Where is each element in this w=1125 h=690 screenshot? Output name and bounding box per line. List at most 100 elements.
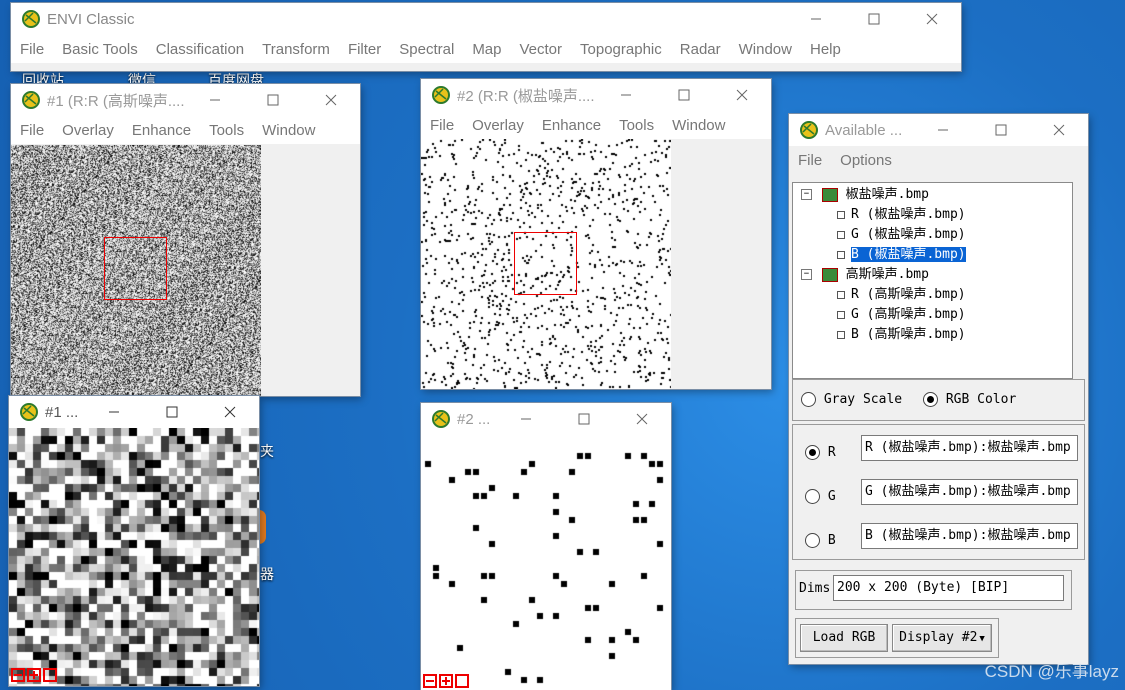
envi_main-menu-item[interactable]: File [11,41,53,58]
win2-menu-item[interactable]: Window [663,117,734,134]
radio-icon [805,533,820,548]
radio-icon [805,489,820,504]
envi_main-menu-item[interactable]: Transform [253,41,339,58]
display1-titlebar[interactable]: #1 (R:R (高斯噪声.... [11,84,360,116]
zoom2-image[interactable] [421,435,671,690]
envi_main-menu-item[interactable]: Topographic [571,41,671,58]
minimize-button[interactable] [914,114,972,146]
zoom2-titlebar[interactable]: #2 ... [421,403,671,435]
display1-image[interactable] [11,145,261,396]
minimize-button[interactable] [497,403,555,435]
envi_main-menu-item[interactable]: Filter [339,41,390,58]
minimize-button[interactable] [787,3,845,35]
desktop-icon-app[interactable]: 器 [260,564,274,584]
zoom-box[interactable] [104,237,167,300]
display2-menubar: File Overlay Enhance Tools Window [421,111,771,139]
rgb-color-radio[interactable]: RGB Color [923,392,1016,407]
envi_main-menu-item[interactable]: Radar [671,41,730,58]
available-bands-titlebar[interactable]: Available ... [789,114,1088,146]
win2-menu-item[interactable]: File [421,117,463,134]
minimize-button[interactable] [186,84,244,116]
zoom1-image[interactable] [9,428,259,686]
envi_main-menu-item[interactable]: Help [801,41,850,58]
envi_main-menu-item[interactable]: Vector [511,41,572,58]
close-button[interactable] [302,84,360,116]
channel-r-label: R [827,445,836,460]
minimize-icon [621,94,631,96]
band-label: G (高斯噪声.bmp) [851,307,966,322]
win2-menu-item[interactable]: Enhance [533,117,610,134]
channel-g-field[interactable]: G (椒盐噪声.bmp):椒盐噪声.bmp [861,479,1078,505]
zoom-out-icon[interactable] [11,668,25,682]
envi-logo-icon [800,121,818,139]
maximize-button[interactable] [244,84,302,116]
win1-menu-item[interactable]: Window [253,122,324,139]
maximize-button[interactable] [972,114,1030,146]
win1-menu-item[interactable]: Tools [200,122,253,139]
gray-scale-label: Gray Scale [823,392,903,407]
win2-menu-item[interactable]: Tools [610,117,663,134]
tree-band-item[interactable]: R (高斯噪声.bmp) [837,285,966,305]
envi_main-menu-item[interactable]: Classification [147,41,253,58]
zoom-in-icon[interactable] [439,674,453,688]
band-icon [837,230,845,239]
close-icon [736,89,748,101]
tree-band-item[interactable]: G (高斯噪声.bmp) [837,305,966,325]
tree-band-item[interactable]: G (椒盐噪声.bmp) [837,225,966,245]
desktop-icon-folder[interactable]: 夹 [260,441,274,461]
gray-scale-radio[interactable]: Gray Scale [801,392,902,407]
load-rgb-button[interactable]: Load RGB [800,624,888,652]
tree-band-item-selected[interactable]: B (椒盐噪声.bmp) [837,245,967,265]
avail-menu-item[interactable]: File [789,152,831,169]
tree-file-node[interactable]: − 高斯噪声.bmp [801,265,929,285]
maximize-button[interactable] [143,396,201,428]
maximize-button[interactable] [845,3,903,35]
envi_main-menu-item[interactable]: Basic Tools [53,41,147,58]
zoom-box[interactable] [514,232,577,295]
zoom-in-icon[interactable] [27,668,41,682]
envi_main-menu-item[interactable]: Spectral [390,41,463,58]
zoom-reset-icon[interactable] [43,668,57,682]
close-button[interactable] [1030,114,1088,146]
tree-band-item[interactable]: B (高斯噪声.bmp) [837,325,966,345]
minimize-button[interactable] [597,79,655,111]
channel-b-radio[interactable]: B [805,533,836,548]
band-tree[interactable]: − 椒盐噪声.bmp R (椒盐噪声.bmp) G (椒盐噪声.bmp) B (… [792,182,1073,379]
channel-r-radio[interactable]: R [805,445,836,460]
tree-file-node[interactable]: − 椒盐噪声.bmp [801,185,929,205]
win1-menu-item[interactable]: File [11,122,53,139]
close-button[interactable] [713,79,771,111]
display2-titlebar[interactable]: #2 (R:R (椒盐噪声.... [421,79,771,111]
channel-r-field[interactable]: R (椒盐噪声.bmp):椒盐噪声.bmp [861,435,1078,461]
zoom-reset-icon[interactable] [455,674,469,688]
zoom1-titlebar[interactable]: #1 ... [9,396,259,428]
close-button[interactable] [613,403,671,435]
envi-main-titlebar[interactable]: ENVI Classic [11,3,961,35]
envi_main-menu-item[interactable]: Map [463,41,510,58]
close-button[interactable] [903,3,961,35]
avail-menu-item[interactable]: Options [831,152,901,169]
display2-title: #2 (R:R (椒盐噪声.... [457,87,595,105]
win2-menu-item[interactable]: Overlay [463,117,533,134]
display2-image[interactable] [421,139,671,389]
collapse-icon[interactable]: − [801,189,812,200]
maximize-button[interactable] [555,403,613,435]
envi-main-menubar: File Basic Tools Classification Transform Fi… [11,35,961,63]
maximize-button[interactable] [655,79,713,111]
channel-b-field[interactable]: B (椒盐噪声.bmp):椒盐噪声.bmp [861,523,1078,549]
tree-band-item[interactable]: R (椒盐噪声.bmp) [837,205,966,225]
file-name: 高斯噪声.bmp [845,267,929,282]
win1-menu-item[interactable]: Overlay [53,122,123,139]
channel-g-radio[interactable]: G [805,489,836,504]
win1-menu-item[interactable]: Enhance [123,122,200,139]
envi-logo-icon [432,86,450,104]
collapse-icon[interactable]: − [801,269,812,280]
zoom-out-icon[interactable] [423,674,437,688]
close-button[interactable] [201,396,259,428]
salt-pepper-zoom-image[interactable] [421,435,671,690]
gaussian-zoom-image[interactable] [9,428,259,686]
envi_main-menu-item[interactable]: Window [730,41,801,58]
minimize-button[interactable] [85,396,143,428]
zoom1-title: #1 ... [45,403,79,421]
display-select-button[interactable]: Display #2 ▼ [892,624,992,652]
